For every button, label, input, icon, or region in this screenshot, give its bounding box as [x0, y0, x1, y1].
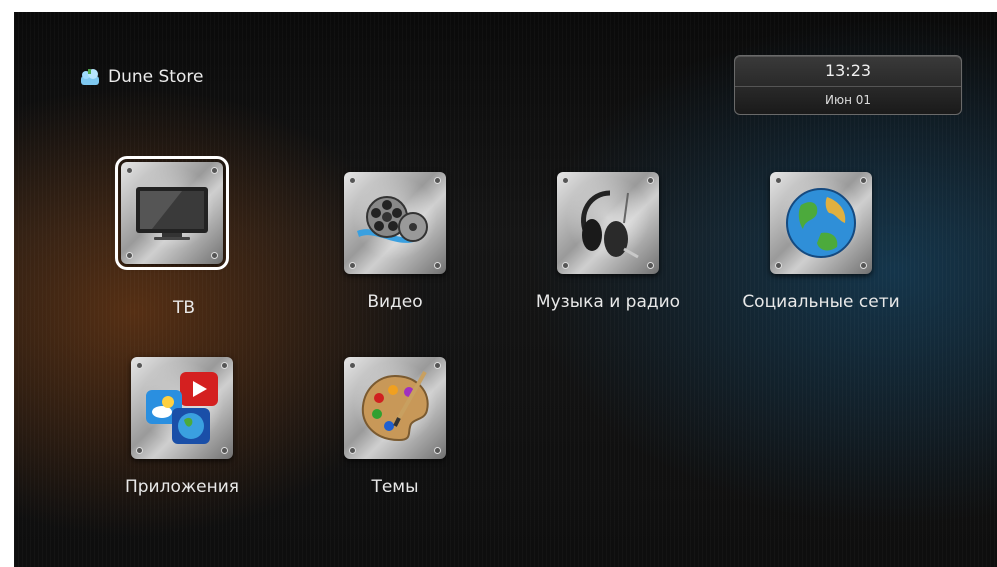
- tile-label-social: Социальные сети: [742, 292, 900, 312]
- apps-icon: [146, 372, 218, 444]
- music-tile-image: [557, 172, 659, 274]
- brand: Dune Store: [80, 67, 203, 87]
- tv-icon: [136, 187, 208, 240]
- themes-tile-image: [344, 357, 446, 459]
- headphones-icon: [581, 190, 639, 259]
- home-screen: Dune Store 13:23 Июн 01 ТВ Видео Музыка …: [14, 12, 997, 567]
- clock-widget: 13:23 Июн 01: [734, 55, 962, 115]
- apps-tile-image: [131, 357, 233, 459]
- brand-label: Dune Store: [108, 67, 204, 87]
- tile-label-apps: Приложения: [124, 477, 240, 497]
- clock-date: Июн 01: [824, 93, 871, 107]
- tile-label-tv: ТВ: [172, 298, 196, 318]
- tile-label-themes: Темы: [371, 477, 419, 497]
- video-tile-image: [344, 172, 446, 274]
- social-tile-image: [770, 172, 872, 274]
- clock-time: 13:23: [735, 56, 961, 87]
- tile-label-video: Видео: [367, 292, 423, 312]
- dune-store-icon: [81, 69, 99, 85]
- tv-tile-image: [115, 156, 229, 270]
- palette-icon: [361, 371, 429, 442]
- globe-icon: [786, 188, 856, 258]
- tile-label-music: Музыка и радио: [535, 292, 681, 312]
- film-reel-icon: [357, 196, 428, 243]
